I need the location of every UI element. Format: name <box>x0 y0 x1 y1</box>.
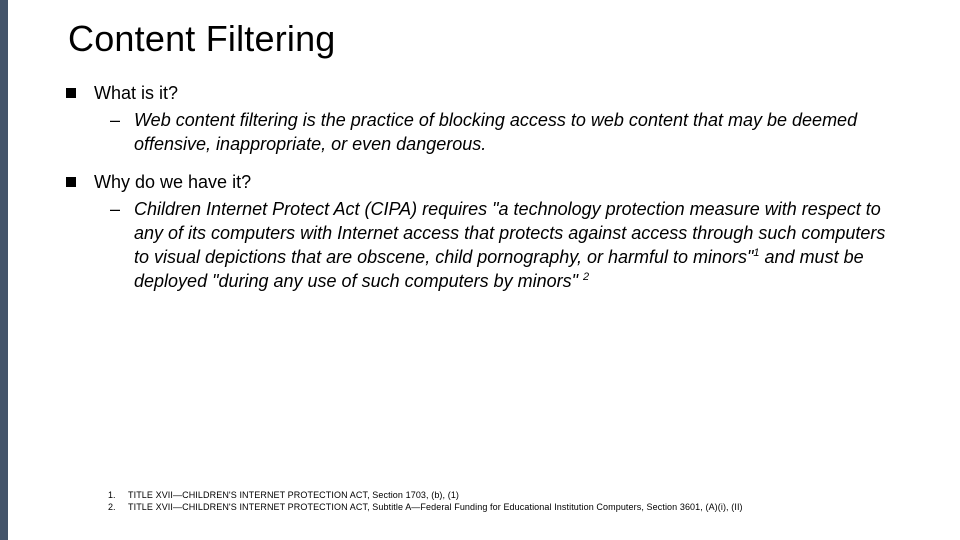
superscript-ref: 2 <box>583 271 589 283</box>
bullet-label: Why do we have it? <box>94 171 251 194</box>
square-bullet-icon <box>66 177 76 187</box>
dash-icon: – <box>110 109 120 132</box>
sub-bullet-text: Web content filtering is the practice of… <box>134 109 900 157</box>
bullet-label: What is it? <box>94 82 178 105</box>
footnotes: 1. TITLE XVII—CHILDREN'S INTERNET PROTEC… <box>108 490 900 514</box>
sub-bullet-item: – Children Internet Protect Act (CIPA) r… <box>66 198 900 293</box>
square-bullet-icon <box>66 88 76 98</box>
slide: Content Filtering What is it? – Web cont… <box>0 0 960 540</box>
footnote-text: TITLE XVII—CHILDREN'S INTERNET PROTECTIO… <box>128 490 459 500</box>
accent-bar <box>0 0 8 540</box>
sub-bullet-item: – Web content filtering is the practice … <box>66 109 900 157</box>
page-title: Content Filtering <box>68 18 900 60</box>
dash-icon: – <box>110 198 120 221</box>
footnote-item: 1. TITLE XVII—CHILDREN'S INTERNET PROTEC… <box>108 490 900 500</box>
sub-bullet-text: Children Internet Protect Act (CIPA) req… <box>134 198 900 293</box>
bullet-item: What is it? <box>66 82 900 105</box>
footnote-item: 2. TITLE XVII—CHILDREN'S INTERNET PROTEC… <box>108 502 900 512</box>
footnote-text: TITLE XVII—CHILDREN'S INTERNET PROTECTIO… <box>128 502 743 512</box>
bullet-item: Why do we have it? <box>66 171 900 194</box>
footnote-number: 2. <box>108 502 128 512</box>
footnote-number: 1. <box>108 490 128 500</box>
